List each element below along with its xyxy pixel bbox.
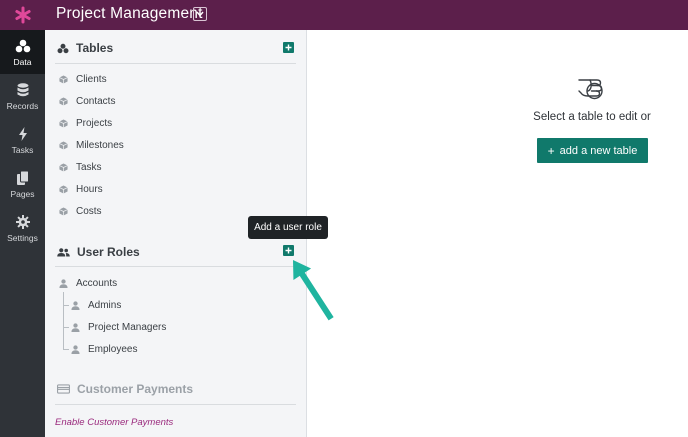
user-roles-title: User Roles [77,245,140,259]
pages-icon [16,170,29,186]
bolt-icon [18,126,28,142]
chevron-down-icon [196,11,204,17]
users-icon [57,247,70,257]
plus-icon [285,44,292,51]
role-item-label: Project Managers [88,322,167,333]
nav-item-data[interactable]: Data [0,30,45,74]
table-item-contacts[interactable]: Contacts [59,96,115,107]
tables-title: Tables [76,41,114,55]
role-item-employees[interactable]: Employees [71,344,137,355]
nav-item-pages[interactable]: Pages [0,162,45,206]
tree-connector [63,305,69,306]
table-item-projects[interactable]: Projects [59,118,112,129]
table-item-label: Projects [76,118,113,129]
cube-icon [59,97,68,106]
nav-item-settings[interactable]: Settings [0,206,45,250]
table-item-label: Milestones [76,140,124,151]
divider [55,63,296,64]
user-roles-section-header: User Roles [57,245,140,259]
tree-connector [63,327,69,328]
user-icon [71,301,80,310]
cube-icon [59,141,68,150]
nav-label: Records [6,100,39,111]
plus-icon [285,247,292,254]
nav-label: Data [13,56,32,67]
table-item-label: Costs [76,206,102,217]
nav-label: Tasks [11,144,34,155]
role-item-accounts[interactable]: Accounts [59,278,117,289]
nav-label: Settings [7,232,38,243]
user-icon [71,345,80,354]
credit-card-icon [57,384,70,394]
add-user-role-tooltip: Add a user role [248,216,328,239]
nav-item-records[interactable]: Records [0,74,45,118]
cube-icon [59,75,68,84]
customer-payments-section-header: Customer Payments [57,382,193,396]
gear-icon [15,214,30,230]
role-item-admins[interactable]: Admins [71,300,121,311]
cube-icon [59,119,68,128]
app-title: Project Management [56,5,203,22]
top-bar: Project Management [0,0,688,30]
role-item-label: Accounts [76,278,118,289]
customer-payments-title: Customer Payments [77,382,194,396]
table-item-clients[interactable]: Clients [59,74,107,85]
table-item-hours[interactable]: Hours [59,184,103,195]
add-table-button[interactable] [283,42,294,53]
table-item-label: Contacts [76,96,116,107]
left-nav: Data Records Tasks Pages Settings [0,30,45,437]
app-window: Project Management Data Records Tasks Pa… [0,0,688,437]
tables-section-header: Tables [57,41,113,55]
user-icon [71,323,80,332]
nav-item-tasks[interactable]: Tasks [0,118,45,162]
app-logo[interactable] [0,0,45,30]
empty-state-text: Select a table to edit or [533,111,651,123]
enable-customer-payments-link[interactable]: Enable Customer Payments [55,417,173,428]
table-item-tasks[interactable]: Tasks [59,162,102,173]
divider [55,404,296,405]
table-item-milestones[interactable]: Milestones [59,140,124,151]
divider [55,266,296,267]
table-item-label: Hours [76,184,103,195]
table-item-label: Clients [76,74,107,85]
database-icon [17,82,29,98]
add-new-table-label: add a new table [559,144,638,157]
role-item-label: Admins [88,300,122,311]
cube-icon [59,185,68,194]
app-menu-dropdown[interactable] [193,7,207,21]
plus-icon: + [547,143,555,158]
user-icon [59,279,68,288]
tables-icon [57,43,69,53]
tree-connector [63,292,64,350]
add-new-table-button[interactable]: + add a new table [537,138,648,163]
nav-label: Pages [10,188,35,199]
arrow-pointer-icon [293,260,334,321]
data-icon [15,38,31,54]
table-item-costs[interactable]: Costs [59,206,102,217]
asterisk-logo-icon [14,6,31,24]
pointing-hand-icon [578,79,603,100]
cube-icon [59,207,68,216]
tree-connector [63,349,69,350]
cube-icon [59,163,68,172]
add-user-role-button[interactable] [283,245,294,256]
table-item-label: Tasks [76,162,102,173]
role-item-label: Employees [88,344,138,355]
role-item-project-managers[interactable]: Project Managers [71,322,166,333]
